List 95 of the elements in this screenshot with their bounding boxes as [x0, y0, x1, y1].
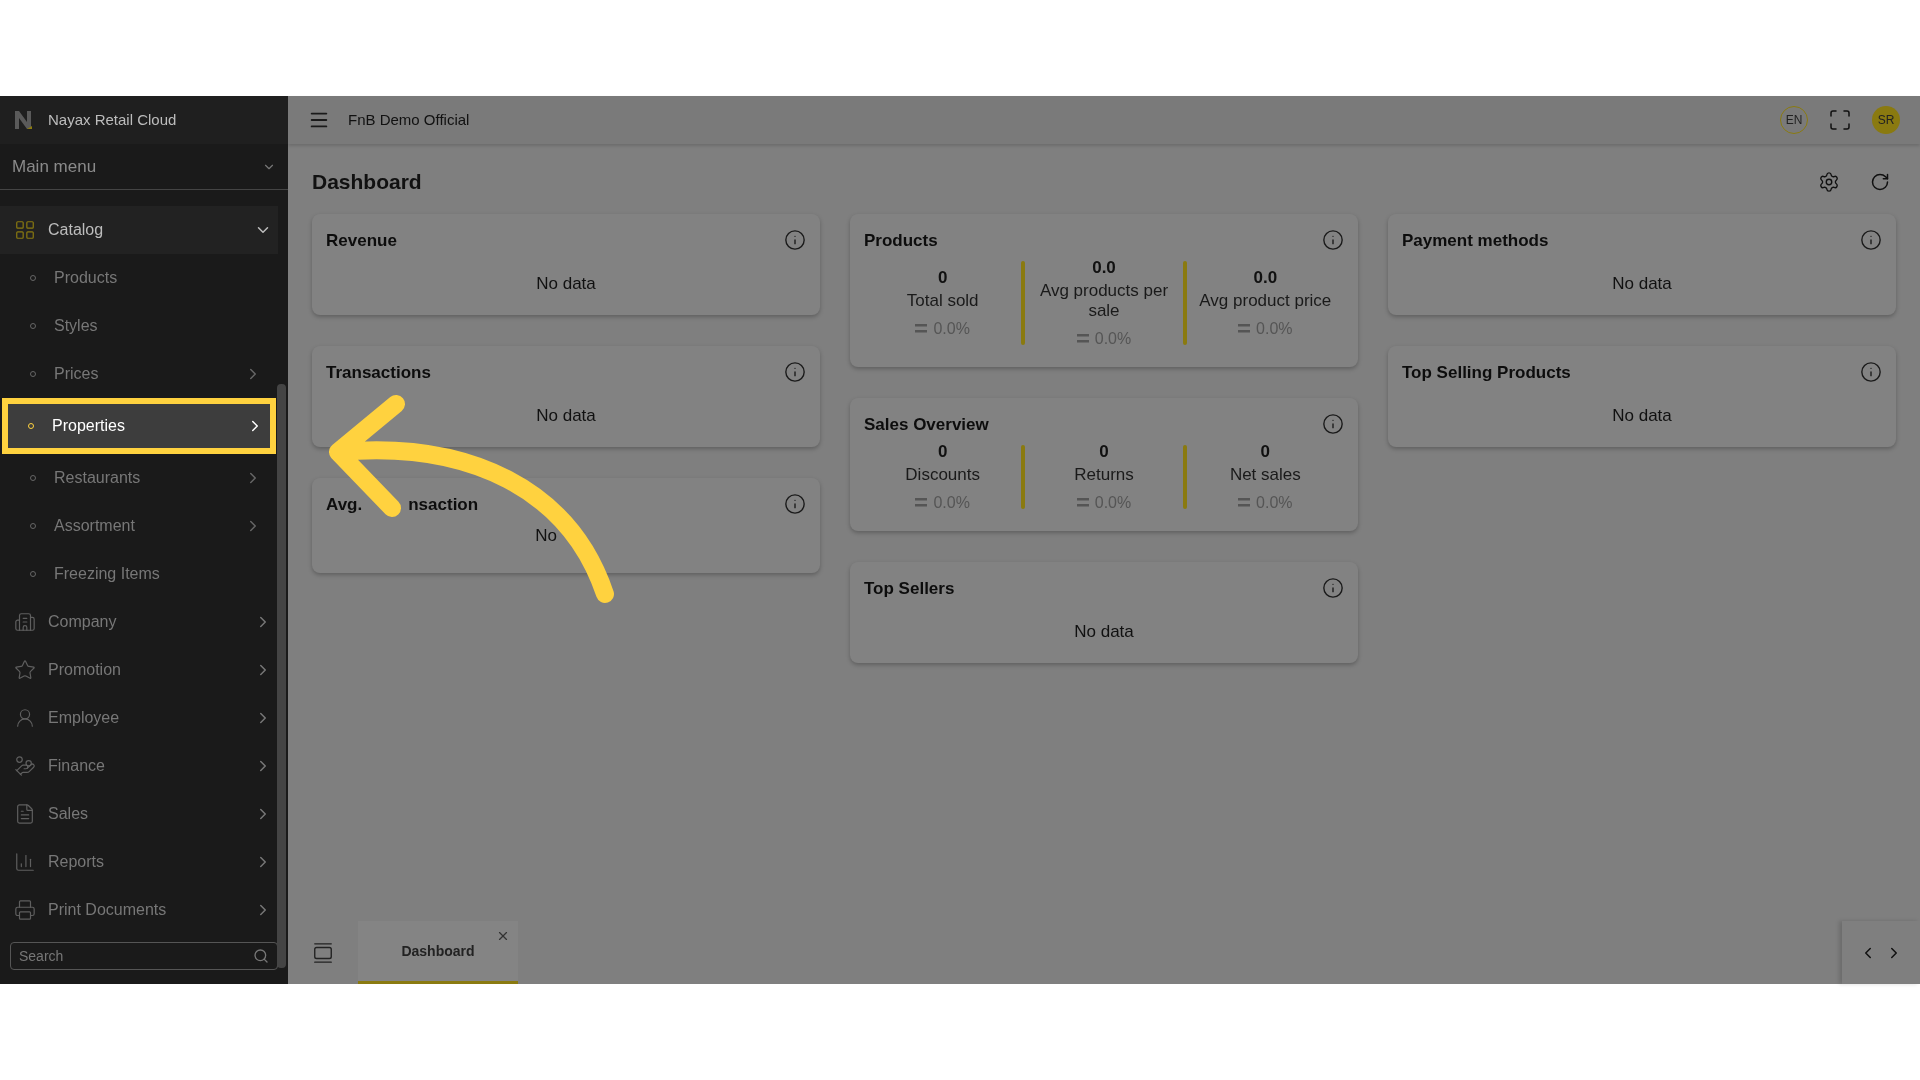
- card-title: Products: [864, 229, 938, 252]
- brand-name: Nayax Retail Cloud: [48, 109, 177, 130]
- stat-label: Avg products per sale: [1038, 280, 1170, 321]
- empty-message: No data: [1611, 405, 1673, 427]
- sidebar-subitem[interactable]: Prices: [0, 350, 278, 398]
- equals-icon: [915, 498, 928, 507]
- windows-icon[interactable]: [312, 941, 334, 964]
- info-icon[interactable]: [784, 493, 806, 516]
- stat-value: 0.0: [1253, 267, 1278, 289]
- card-title: Revenue: [326, 229, 397, 252]
- empty-message: No data: [535, 273, 597, 295]
- item-label: Promotion: [48, 660, 122, 680]
- stat-label: Discounts: [905, 464, 980, 485]
- star-icon: [14, 659, 36, 681]
- person-icon: [14, 707, 36, 729]
- workspace-title: FnB Demo Official: [348, 109, 470, 130]
- main-menu-label: Main menu: [12, 155, 97, 178]
- document-icon: [14, 803, 36, 825]
- equals-icon: [1076, 334, 1089, 343]
- stat-value: 0: [937, 267, 948, 289]
- sidebar-item[interactable]: Finance: [0, 742, 278, 790]
- sidebar-item[interactable]: Company: [0, 598, 278, 646]
- empty-message: No: [535, 525, 557, 547]
- card-title: Avg.: [326, 493, 363, 516]
- item-label: Employee: [48, 708, 121, 728]
- info-icon[interactable]: [784, 361, 806, 384]
- card-title: Top Sellers: [864, 577, 955, 600]
- fullscreen-icon[interactable]: [1828, 108, 1852, 132]
- search-icon: [253, 948, 269, 964]
- card-title: Payment methods: [1402, 229, 1549, 252]
- grid-icon: [14, 219, 36, 241]
- equals-icon: [1076, 498, 1089, 507]
- page-tab[interactable]: Dashboard: [358, 921, 518, 984]
- info-icon[interactable]: [1860, 361, 1882, 384]
- coin-hand-icon: [14, 755, 36, 777]
- sidebar-item[interactable]: Employee: [0, 694, 278, 742]
- stat-label: Avg product price: [1199, 290, 1332, 311]
- sidebar-item[interactable]: Sales: [0, 790, 278, 838]
- info-icon[interactable]: [1322, 577, 1344, 600]
- stat-label: Total sold: [906, 290, 979, 311]
- subitem-label: Restaurants: [54, 468, 142, 488]
- sidebar-subitem[interactable]: Freezing Items: [0, 550, 278, 598]
- item-label: Company: [48, 612, 118, 632]
- stat-label: Returns: [1074, 464, 1134, 485]
- logo-icon: [14, 110, 34, 130]
- subitem-label: Styles: [54, 316, 99, 336]
- info-icon[interactable]: [784, 229, 806, 252]
- equals-icon: [1238, 498, 1251, 507]
- page-title: Dashboard: [312, 169, 422, 195]
- item-label: Sales: [48, 804, 90, 824]
- bar-chart-icon: [14, 851, 36, 873]
- building-icon: [14, 611, 36, 633]
- sidebar-item[interactable]: Reports: [0, 838, 278, 886]
- card-title: Top Selling Products: [1402, 361, 1571, 384]
- stat-value: 0: [937, 441, 948, 463]
- divider-bar: [1021, 445, 1026, 509]
- empty-message: No data: [1611, 273, 1673, 295]
- item-label: Reports: [48, 852, 106, 872]
- stat-value: 0: [1260, 441, 1271, 463]
- stat-label: Net sales: [1229, 464, 1301, 485]
- printer-icon: [14, 899, 36, 921]
- info-icon[interactable]: [1322, 229, 1344, 252]
- card-title: Transactions: [326, 361, 431, 384]
- sidebar-subitem[interactable]: Products: [0, 254, 278, 302]
- close-icon[interactable]: [496, 929, 510, 943]
- info-icon[interactable]: [1322, 413, 1344, 436]
- subitem-label: Prices: [54, 364, 100, 384]
- subitem-label: Properties: [52, 416, 126, 436]
- sidebar-subitem[interactable]: Properties: [8, 404, 270, 448]
- item-label: Print Documents: [48, 900, 168, 920]
- sidebar-item[interactable]: Print Documents: [0, 886, 278, 934]
- stat-value: 0: [1099, 441, 1109, 463]
- item-label: Catalog: [48, 220, 105, 240]
- user-avatar[interactable]: SR: [1872, 106, 1900, 134]
- card-title: Sales Overview: [864, 413, 989, 436]
- sidebar-subitem[interactable]: Assortment: [0, 502, 278, 550]
- stat-value: 0.0: [1092, 257, 1116, 279]
- sidebar-subitem[interactable]: Styles: [0, 302, 278, 350]
- item-label: Finance: [48, 756, 106, 776]
- sidebar-item[interactable]: Promotion: [0, 646, 278, 694]
- card-title: nsaction: [408, 493, 479, 516]
- subitem-label: Assortment: [54, 516, 136, 536]
- subitem-label: Products: [54, 268, 119, 288]
- equals-icon: [1238, 324, 1251, 333]
- subitem-label: Freezing Items: [54, 564, 161, 584]
- search-input[interactable]: Search: [19, 945, 253, 967]
- settings-icon[interactable]: [1818, 170, 1840, 193]
- sidebar-subitem[interactable]: Restaurants: [0, 454, 278, 502]
- divider-bar: [1182, 445, 1187, 509]
- empty-message: No data: [535, 405, 597, 427]
- equals-icon: [915, 324, 928, 333]
- info-icon[interactable]: [1860, 229, 1882, 252]
- refresh-icon[interactable]: [1870, 171, 1890, 192]
- sidebar-item[interactable]: Catalog: [0, 206, 278, 254]
- empty-message: No data: [1073, 621, 1135, 643]
